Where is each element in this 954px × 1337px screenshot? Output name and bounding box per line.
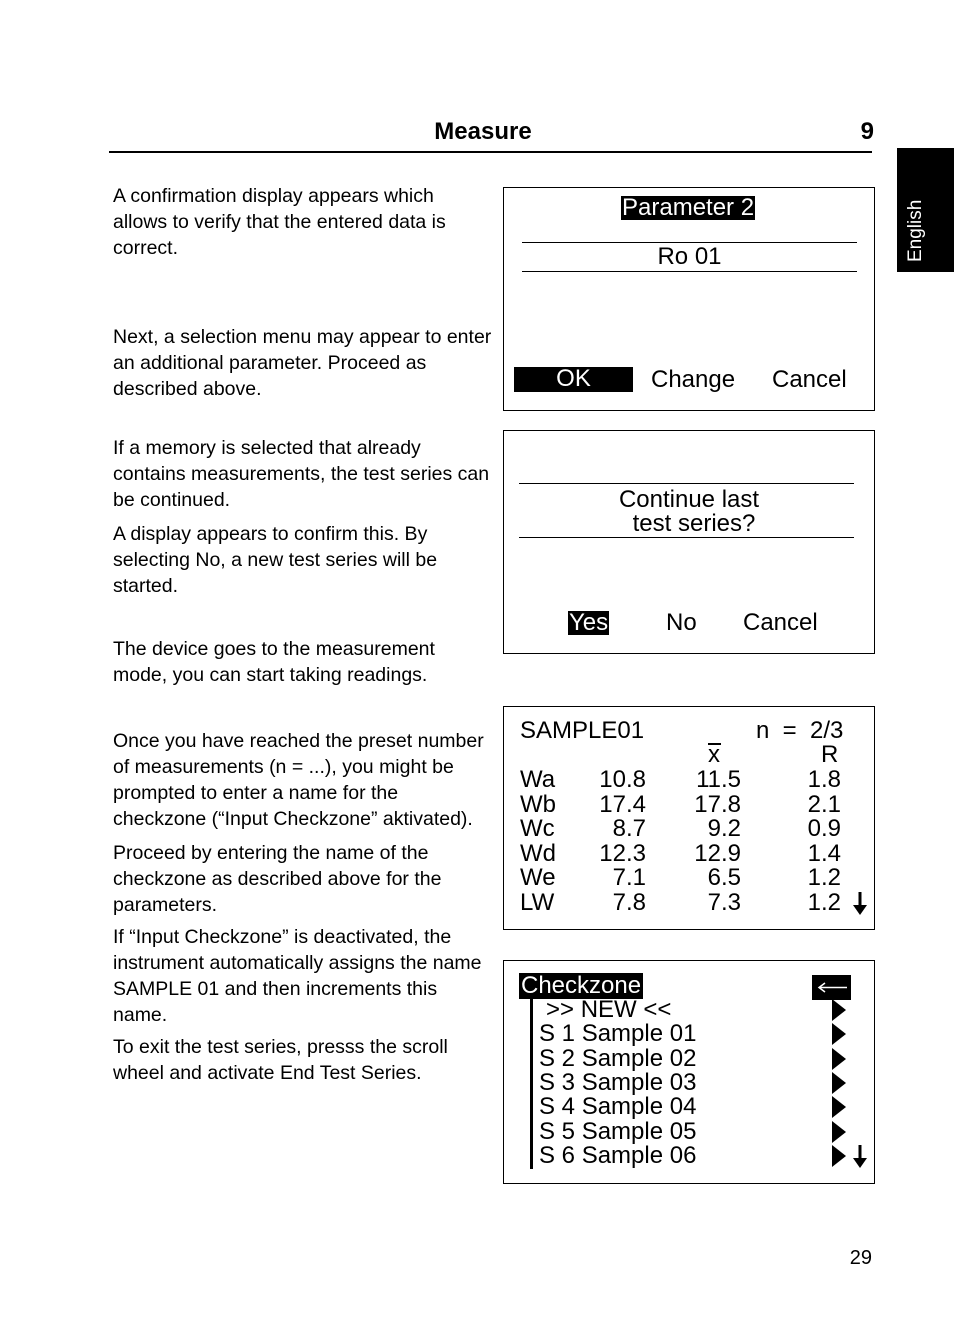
chapter-number: 9: [860, 118, 874, 145]
yes-button[interactable]: Yes: [568, 611, 610, 635]
ok-button[interactable]: OK: [514, 367, 633, 392]
row-mean: 17.8: [694, 790, 741, 818]
continue-series-screen: Continue last test series? Yes No Cancel: [503, 430, 875, 654]
row-mean: 7.3: [707, 888, 741, 916]
checkzone-item-label: S 3 Sample 03: [539, 1068, 697, 1096]
language-tab-label: English: [905, 199, 926, 262]
divider: [519, 537, 854, 538]
mean-header-label: x: [708, 741, 720, 768]
row-label: Wb: [520, 790, 556, 818]
row-label: Wd: [520, 839, 556, 867]
question-line-1: Continue last: [618, 486, 760, 513]
paragraph-text: Once you have reached the preset number …: [113, 730, 484, 830]
row-value: 8.7: [612, 815, 646, 842]
row-range: 1.2: [807, 888, 841, 916]
paragraph-text: If a memory is selected that already con…: [113, 437, 490, 511]
paragraph-text: A display appears to confirm this. By se…: [113, 523, 438, 597]
paragraph-text: To exit the test series, presss the scro…: [113, 1036, 448, 1084]
paragraph-selection-menu: Next, a selection menu may appear to ent…: [113, 324, 493, 402]
row-range: 0.9: [807, 815, 841, 842]
chevron-right-icon: [832, 1047, 846, 1070]
paragraph-text: If “Input Checkzone” is deactivated, the…: [113, 926, 482, 1026]
paragraph-text: Next, a selection menu may appear to ent…: [113, 326, 492, 400]
chevron-right-icon: [832, 1144, 846, 1167]
checkzone-list-item[interactable]: S 6 Sample 06: [534, 1143, 854, 1167]
list-bracket: [530, 999, 533, 1169]
cancel-button[interactable]: Cancel: [743, 611, 818, 635]
row-range: 1.2: [807, 864, 841, 891]
row-range: 2.1: [807, 790, 841, 818]
row-value: 7.1: [612, 864, 646, 891]
checkzone-item-label: S 2 Sample 02: [539, 1044, 697, 1072]
row-value: 10.8: [599, 766, 646, 793]
checkzone-list-item[interactable]: S 1 Sample 01: [534, 1020, 854, 1048]
row-value: 12.3: [599, 839, 646, 867]
measurement-count: n = 2/3: [756, 717, 844, 744]
row-mean: 11.5: [696, 766, 741, 793]
row-label: LW: [520, 888, 555, 916]
row-mean: 12.9: [694, 839, 741, 867]
paragraph-text: Proceed by entering the name of the chec…: [113, 842, 442, 916]
arrow-down-icon: [853, 892, 867, 915]
results-screen: SAMPLE01 n = 2/3 x R Wa 10.8 11.5 1.8 Wb 17.4…: [503, 706, 875, 930]
row-range: 1.4: [807, 839, 841, 867]
parameter-title: Parameter 2: [621, 194, 756, 221]
range-header: R: [821, 741, 839, 768]
arrow-down-icon: [853, 1145, 867, 1168]
page-title: Measure: [434, 118, 532, 145]
language-tab: English: [897, 148, 954, 272]
row-value: 17.4: [599, 790, 646, 818]
paragraph-confirmation: A confirmation display appears which all…: [113, 183, 493, 261]
chevron-right-icon: [832, 999, 846, 1021]
checkzone-item-label: >> NEW <<: [546, 996, 672, 1023]
checkzone-list-item[interactable]: >> NEW <<: [534, 996, 854, 1023]
no-button[interactable]: No: [666, 611, 697, 635]
chevron-right-icon: [832, 1096, 846, 1119]
divider: [519, 483, 854, 484]
divider: [522, 271, 857, 272]
cancel-button[interactable]: Cancel: [772, 368, 847, 392]
row-label: Wa: [520, 766, 556, 793]
parameter-value: Ro 01: [657, 243, 722, 270]
paragraph-measurement-mode: The device goes to the measurement mode,…: [113, 636, 493, 688]
header-divider: [109, 151, 872, 153]
checkzone-list-item[interactable]: S 3 Sample 03: [534, 1070, 854, 1094]
paragraph-text: A confirmation display appears which all…: [113, 185, 446, 259]
row-label: We: [520, 864, 556, 891]
row-mean: 9.2: [707, 815, 741, 842]
overline: [708, 743, 721, 745]
paragraph-checkzone: Once you have reached the preset number …: [113, 728, 493, 1086]
chevron-right-icon: [832, 1023, 846, 1046]
checkzone-item-label: S 1 Sample 01: [539, 1020, 697, 1048]
question-line-2: test series?: [632, 510, 756, 537]
page-number: 29: [849, 1247, 872, 1269]
checkzone-list-item[interactable]: S 2 Sample 02: [534, 1046, 854, 1070]
chevron-right-icon: [832, 1071, 846, 1094]
checkzone-item-label: S 6 Sample 06: [539, 1141, 697, 1169]
change-button[interactable]: Change: [651, 368, 735, 392]
mean-header: x: [708, 741, 721, 768]
checkzone-item-label: S 4 Sample 04: [539, 1093, 697, 1121]
paragraph-text: The device goes to the measurement mode,…: [113, 638, 435, 686]
parameter-confirm-screen: Parameter 2 Ro 01 OK Change Cancel: [503, 187, 875, 411]
row-mean: 6.5: [707, 864, 741, 891]
checkzone-item-label: S 5 Sample 05: [539, 1117, 697, 1145]
checkzone-screen: Checkzone >> NEW << S 1 Sample 01 S 2 Samp…: [503, 960, 875, 1184]
row-range: 1.8: [807, 766, 841, 793]
row-label: Wc: [520, 815, 555, 842]
checkzone-list-item[interactable]: S 5 Sample 05: [534, 1119, 854, 1143]
paragraph-memory: If a memory is selected that already con…: [113, 435, 493, 599]
sample-name: SAMPLE01: [520, 717, 645, 744]
chevron-right-icon: [832, 1120, 846, 1143]
row-value: 7.8: [612, 888, 646, 916]
checkzone-list-item[interactable]: S 4 Sample 04: [534, 1093, 854, 1121]
